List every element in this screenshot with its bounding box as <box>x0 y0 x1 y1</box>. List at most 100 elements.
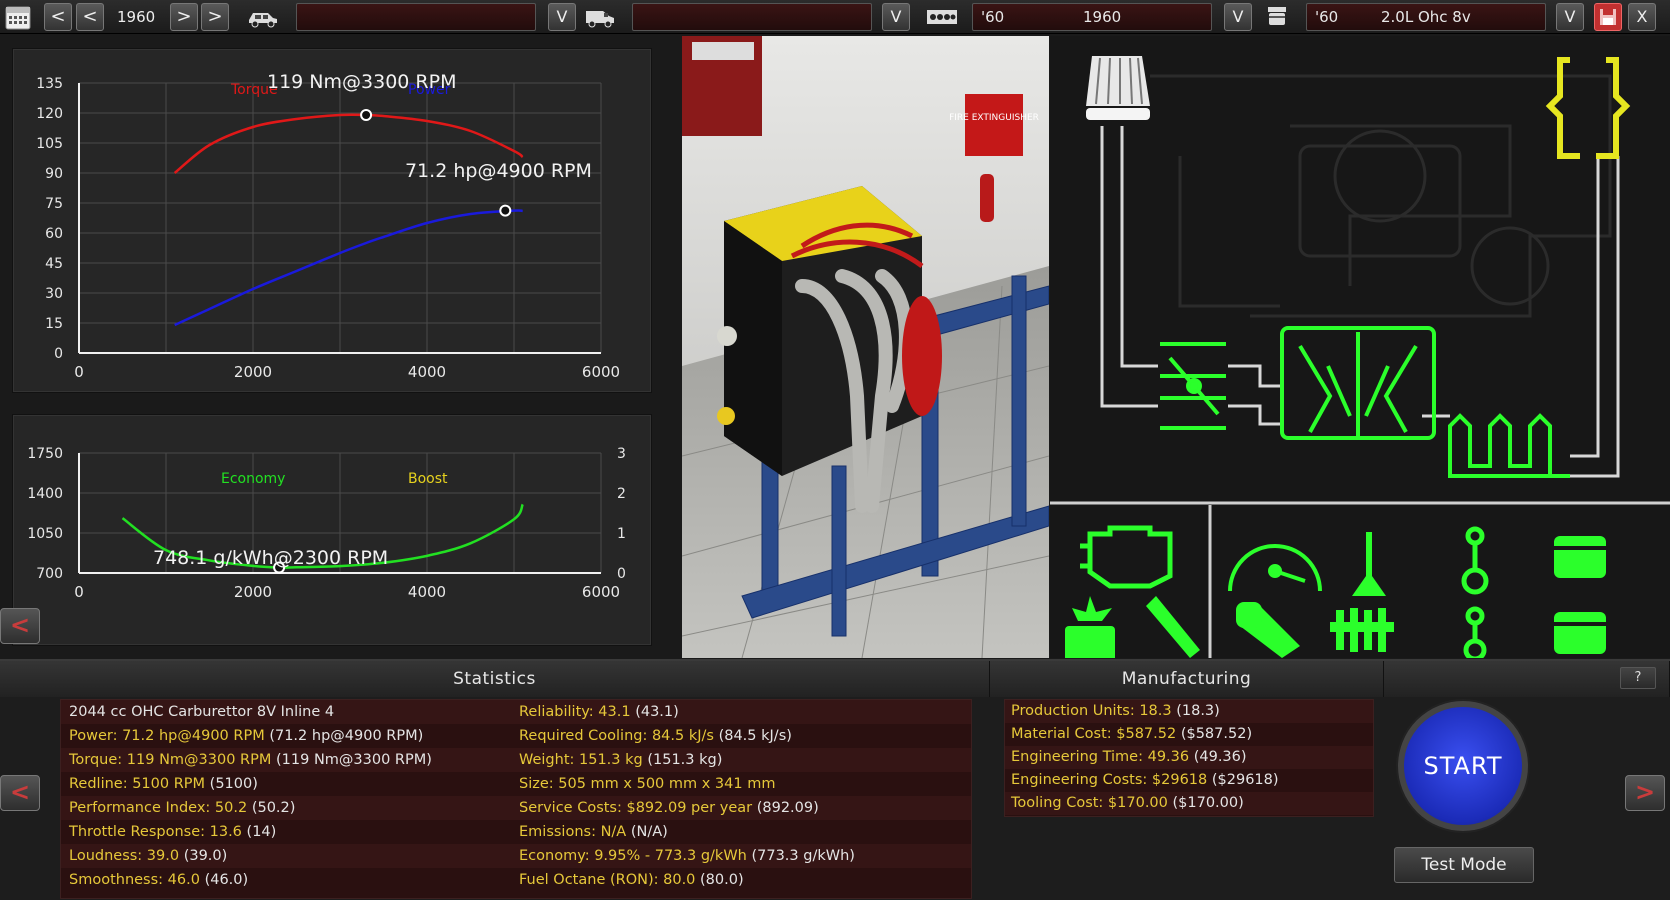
engine-variant-select[interactable]: '60 2.0L Ohc 8v <box>1306 3 1546 31</box>
bottom-panel: Statistics Manufacturing ? < > 2044 cc O… <box>0 659 1670 900</box>
stat-performance-index: Performance Index: 50.2 <box>69 800 248 816</box>
manu-production-units: Production Units: 18.3 <box>1011 703 1172 719</box>
year-last-button[interactable]: > <box>201 3 229 31</box>
x-tick-label: 4000 <box>408 583 446 601</box>
help-button[interactable]: ? <box>1620 667 1656 689</box>
chart-collapse-button[interactable]: < <box>0 608 40 644</box>
piston-part-icon[interactable] <box>1554 536 1606 654</box>
power-peak-label: 71.2 hp@4900 RPM <box>405 160 592 182</box>
economy-peak-label: 748.1 g/kWh@2300 RPM <box>153 547 388 569</box>
stat-fuel-octane: Fuel Octane (RON): 80.0 <box>519 872 696 888</box>
stat-torque-paren: (119 Nm@3300 RPM) <box>276 752 432 768</box>
stat-row: Power: 71.2 hp@4900 RPM (71.2 hp@4900 RP… <box>61 724 971 748</box>
prev-section-button[interactable]: < <box>0 775 40 811</box>
y2-tick-label: 0 <box>617 566 626 582</box>
power-series-line <box>174 209 523 327</box>
manu-engineering-costs-paren: ($29618) <box>1211 772 1279 788</box>
performance-chart-panel: 0 15 30 45 60 75 90 105 120 135 0 2000 4000 6000 Torq… <box>12 48 652 393</box>
manufacturing-row: Material Cost: $587.52 ($587.52) <box>1005 723 1373 746</box>
model-select[interactable] <box>296 3 536 31</box>
stat-throttle-response-paren: (14) <box>246 824 277 840</box>
year-value: 1960 <box>117 8 156 26</box>
engine-variant-short: '60 <box>1315 8 1339 26</box>
stat-service-costs: Service Costs: $892.09 per year <box>519 800 753 816</box>
y-tick-label: 45 <box>45 256 63 272</box>
stat-reliability-paren: (43.1) <box>635 704 679 720</box>
save-icon[interactable] <box>1594 3 1622 31</box>
stat-loudness-paren: (39.0) <box>183 848 228 864</box>
car-icon <box>246 5 280 33</box>
y-tick-label: 1050 <box>27 526 63 542</box>
year-prev-button[interactable]: < <box>76 3 104 31</box>
spark-plug-icon[interactable] <box>1146 596 1200 658</box>
x-tick-label: 6000 <box>582 363 620 381</box>
y-tick-label: 135 <box>36 76 63 92</box>
manufacturing-row: Production Units: 18.3 (18.3) <box>1005 700 1373 723</box>
stat-emissions-paren: (N/A) <box>630 824 668 840</box>
y-tick-label: 0 <box>54 346 63 362</box>
manu-material-cost: Material Cost: $587.52 <box>1011 726 1177 742</box>
stat-row: Torque: 119 Nm@3300 RPM (119 Nm@3300 RPM… <box>61 748 971 772</box>
connecting-rod-icon[interactable] <box>1461 526 1489 658</box>
manu-material-cost-paren: ($587.52) <box>1180 726 1253 742</box>
manufacturing-row: Engineering Costs: $29618 ($29618) <box>1005 769 1373 792</box>
close-button[interactable]: X <box>1628 3 1656 31</box>
torque-peak-marker <box>360 109 373 121</box>
calendar-icon[interactable] <box>4 3 32 31</box>
test-mode-button[interactable]: Test Mode <box>1394 847 1534 883</box>
stat-engine-summary: 2044 cc OHC Carburettor 8V Inline 4 <box>69 704 335 720</box>
y-tick-label: 30 <box>45 286 63 302</box>
stat-row: Performance Index: 50.2 (50.2) Service C… <box>61 796 971 820</box>
stat-power: Power: 71.2 hp@4900 RPM <box>69 728 265 744</box>
van-icon <box>583 5 617 33</box>
y-tick-label: 105 <box>36 136 63 152</box>
year-next-button[interactable]: > <box>170 3 198 31</box>
year-first-button[interactable]: < <box>44 3 72 31</box>
trim-select[interactable] <box>632 3 872 31</box>
y-tick-label: 700 <box>36 566 63 582</box>
stat-cooling-paren: (84.5 kJ/s) <box>718 728 792 744</box>
engine-family-select[interactable]: '60 1960 <box>972 3 1212 31</box>
rpm-gauge-icon[interactable] <box>1228 544 1322 592</box>
tuning-wrench-icon[interactable] <box>1236 602 1300 658</box>
stat-smoothness: Smoothness: 46.0 <box>69 872 200 888</box>
engine-schematic-panel <box>1050 36 1670 658</box>
performance-chart: 01530456075901051201350 2000 4000 6000 Torq… <box>36 71 620 381</box>
trim-dropdown-button[interactable]: V <box>882 3 910 31</box>
ignition-icon[interactable] <box>1065 596 1115 658</box>
engine-block-part-icon[interactable] <box>1080 525 1173 589</box>
engine-family-dropdown-button[interactable]: V <box>1224 3 1252 31</box>
valve-icon[interactable] <box>1352 532 1386 596</box>
engine-block-icon <box>925 6 959 34</box>
stat-row: Loudness: 39.0 (39.0) Economy: 9.95% - 7… <box>61 844 971 868</box>
manufacturing-list: Production Units: 18.3 (18.3) Material C… <box>1004 699 1374 817</box>
y-tick-label: 60 <box>45 226 63 242</box>
manu-engineering-time: Engineering Time: 49.36 <box>1011 749 1190 765</box>
statistics-list: 2044 cc OHC Carburettor 8V Inline 4 Reli… <box>60 699 972 899</box>
piston-icon <box>1264 4 1290 32</box>
torque-peak-label: 119 Nm@3300 RPM <box>267 71 456 93</box>
next-section-button[interactable]: > <box>1625 775 1665 811</box>
exhaust-manifold-icon[interactable] <box>1448 413 1570 478</box>
boost-legend: Boost <box>408 471 448 487</box>
air-filter-icon[interactable] <box>1086 56 1150 120</box>
exhaust-icon[interactable] <box>1545 57 1631 159</box>
engine-variant-dropdown-button[interactable]: V <box>1556 3 1584 31</box>
manu-tooling-cost-paren: ($170.00) <box>1172 795 1244 811</box>
stat-emissions: Emissions: N/A <box>519 824 627 840</box>
camshaft-icon[interactable] <box>1330 608 1394 652</box>
stat-cooling: Required Cooling: 84.5 kJ/s <box>519 728 714 744</box>
throttle-body-icon[interactable] <box>1160 342 1226 430</box>
stat-redline-paren: (5100) <box>209 776 258 792</box>
x-tick-label: 2000 <box>234 583 272 601</box>
model-dropdown-button[interactable]: V <box>548 3 576 31</box>
stat-weight-paren: (151.3 kg) <box>647 752 723 768</box>
stat-economy-paren: (773.3 g/kWh) <box>751 848 855 864</box>
intake-manifold-icon[interactable] <box>1280 326 1436 440</box>
stat-smoothness-paren: (46.0) <box>204 872 249 888</box>
engine-3d-view[interactable]: FIRE EXTINGUISHER <box>682 36 1049 658</box>
x-tick-label: 6000 <box>582 583 620 601</box>
stat-fuel-octane-paren: (80.0) <box>700 872 744 888</box>
stat-torque: Torque: 119 Nm@3300 RPM <box>69 752 272 768</box>
start-button[interactable]: START <box>1398 701 1528 831</box>
